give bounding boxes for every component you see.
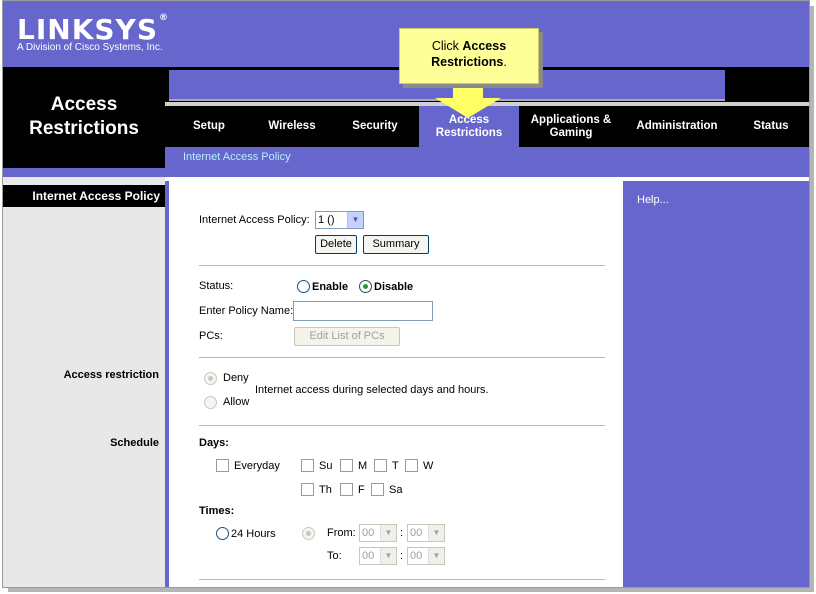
day-checkbox-su[interactable] xyxy=(301,459,314,472)
callout-arrow-icon xyxy=(453,84,483,98)
status-label: Status: xyxy=(199,280,234,292)
dropdown-arrow-icon: ▼ xyxy=(347,212,363,228)
delete-button[interactable]: Delete xyxy=(315,235,357,254)
frame-shadow xyxy=(8,588,814,592)
day-label-f: F xyxy=(358,484,365,496)
day-label-w: W xyxy=(423,460,434,472)
tab-applications-gaming[interactable]: Applications & Gaming xyxy=(519,106,623,147)
to-hour-select[interactable]: 00 ▼ xyxy=(359,547,397,565)
pcs-label: PCs: xyxy=(199,330,223,342)
dropdown-arrow-icon: ▼ xyxy=(428,548,444,564)
day-checkbox-w[interactable] xyxy=(405,459,418,472)
access-restriction-label: Access restriction xyxy=(63,369,159,381)
allow-label: Allow xyxy=(223,396,250,408)
times-label: Times: xyxy=(199,505,235,517)
tab-wireless[interactable]: Wireless xyxy=(253,106,331,147)
day-checkbox-sa[interactable] xyxy=(371,483,384,496)
tab-setup[interactable]: Setup xyxy=(165,106,253,147)
main-form: Internet Access Policy: 1 () ▼ Delete Su… xyxy=(169,181,621,587)
dropdown-arrow-icon: ▼ xyxy=(380,548,396,564)
time-range-radio[interactable] xyxy=(302,527,315,540)
tab-status[interactable]: Status xyxy=(731,106,809,147)
day-checkbox-f[interactable] xyxy=(340,483,353,496)
days-label: Days: xyxy=(199,437,229,449)
hours24-label: 24 Hours xyxy=(231,528,276,540)
day-label-su: Su xyxy=(319,460,333,472)
to-minute-select[interactable]: 00 ▼ xyxy=(407,547,445,565)
day-checkbox-t[interactable] xyxy=(374,459,387,472)
everyday-checkbox[interactable] xyxy=(216,459,229,472)
to-label: To: xyxy=(327,550,342,562)
policy-label: Internet Access Policy: xyxy=(199,214,310,226)
time-separator: : xyxy=(400,527,404,539)
disable-label: Disable xyxy=(374,281,414,293)
policy-name-input[interactable] xyxy=(293,301,433,321)
from-hour-select[interactable]: 00 ▼ xyxy=(359,524,397,542)
from-label: From: xyxy=(327,527,356,539)
logo-subtitle: A Division of Cisco Systems, Inc. xyxy=(17,42,163,53)
day-checkbox-th[interactable] xyxy=(301,483,314,496)
help-link[interactable]: Help... xyxy=(637,194,669,206)
access-description: Internet access during selected days and… xyxy=(255,384,489,396)
day-label-th: Th xyxy=(319,484,332,496)
edit-pcs-button[interactable]: Edit List of PCs xyxy=(294,327,400,346)
tab-administration[interactable]: Administration xyxy=(623,106,731,147)
deny-radio[interactable] xyxy=(204,372,217,385)
section-header: Internet Access Policy xyxy=(3,185,165,207)
deny-label: Deny xyxy=(223,372,249,384)
from-minute-select[interactable]: 00 ▼ xyxy=(407,524,445,542)
page: LINKSYS® A Division of Cisco Systems, In… xyxy=(0,0,816,594)
time-separator: : xyxy=(400,550,404,562)
divider xyxy=(199,579,605,580)
sub-navigation: Internet Access Policy xyxy=(165,147,809,168)
left-column: Access restriction Schedule xyxy=(3,177,165,587)
disable-radio[interactable] xyxy=(359,280,372,293)
day-label-sa: Sa xyxy=(389,484,403,496)
policy-name-label: Enter Policy Name: xyxy=(199,305,294,317)
subnav-internet-access-policy[interactable]: Internet Access Policy xyxy=(183,151,291,163)
help-panel: Help... xyxy=(621,181,809,587)
allow-radio[interactable] xyxy=(204,396,217,409)
policy-select[interactable]: 1 () ▼ xyxy=(315,211,364,229)
instruction-callout: Click Access Restrictions. xyxy=(399,28,539,84)
enable-label: Enable xyxy=(312,281,349,293)
dropdown-arrow-icon: ▼ xyxy=(428,525,444,541)
day-label-t: T xyxy=(392,460,399,472)
day-checkbox-m[interactable] xyxy=(340,459,353,472)
router-admin-window: LINKSYS® A Division of Cisco Systems, In… xyxy=(2,0,810,588)
enable-radio[interactable] xyxy=(297,280,310,293)
schedule-label: Schedule xyxy=(110,437,159,449)
divider xyxy=(199,357,605,358)
callout-arrow-icon xyxy=(435,98,501,118)
divider xyxy=(199,265,605,266)
divider xyxy=(199,425,605,426)
frame-shadow xyxy=(810,6,814,592)
dropdown-arrow-icon: ▼ xyxy=(380,525,396,541)
day-label-m: M xyxy=(358,460,368,472)
summary-button[interactable]: Summary xyxy=(363,235,429,254)
tab-security[interactable]: Security xyxy=(331,106,419,147)
hours24-radio[interactable] xyxy=(216,527,229,540)
page-title: Access Restrictions xyxy=(29,94,139,139)
everyday-label: Everyday xyxy=(234,460,280,472)
